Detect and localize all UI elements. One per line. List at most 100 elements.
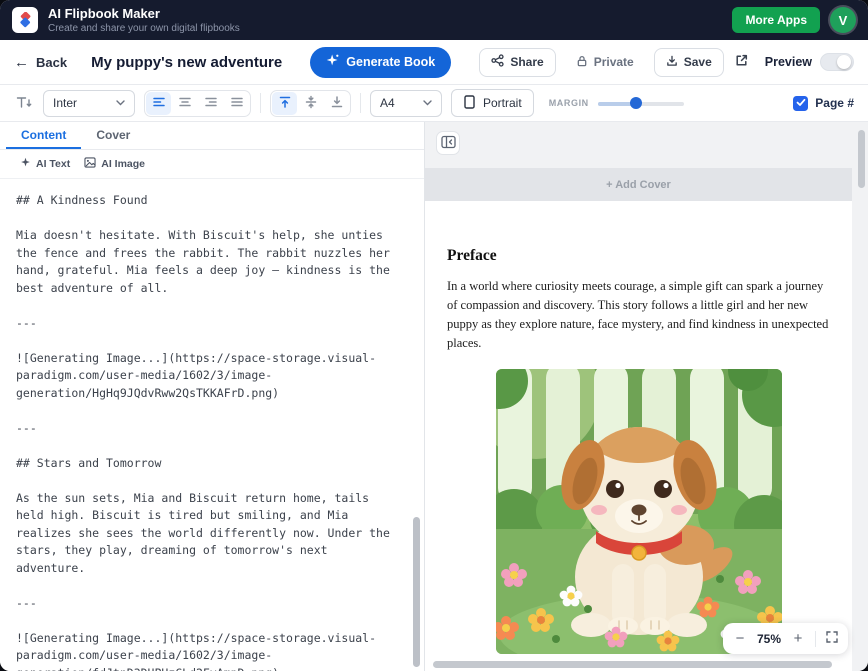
- zoom-in-button[interactable]: +: [790, 631, 806, 646]
- align-justify-button[interactable]: [224, 92, 249, 115]
- page-number-label: Page #: [815, 96, 854, 110]
- save-icon: [666, 55, 678, 70]
- save-label: Save: [684, 55, 712, 69]
- editor-scrollbar[interactable]: [413, 517, 420, 667]
- document-toolbar: ← Back My puppy's new adventure Generate…: [0, 40, 868, 85]
- back-arrow-icon: ←: [14, 55, 29, 70]
- horizontal-align-group: [144, 90, 251, 117]
- puppy-illustration: [496, 369, 782, 654]
- tab-cover[interactable]: Cover: [81, 122, 145, 149]
- slider-thumb[interactable]: [630, 97, 642, 109]
- align-right-button[interactable]: [198, 92, 223, 115]
- zoom-controls: − 75% +: [723, 623, 848, 654]
- valign-middle-button[interactable]: [298, 92, 323, 115]
- document-actions: Share Private Save Preview: [479, 48, 854, 77]
- open-external-button[interactable]: [732, 51, 751, 73]
- main-area: Content Cover AI Text AI Image: [0, 122, 868, 671]
- ai-image-button[interactable]: AI Image: [84, 157, 145, 171]
- chevron-down-icon: [423, 100, 432, 106]
- more-apps-button[interactable]: More Apps: [732, 7, 820, 33]
- sparkle-icon: [326, 54, 339, 70]
- valign-top-icon: [278, 95, 292, 112]
- margin-control: MARGIN: [549, 96, 684, 110]
- valign-top-button[interactable]: [272, 92, 297, 115]
- save-button[interactable]: Save: [654, 48, 724, 77]
- check-icon: [796, 94, 806, 112]
- zoom-out-button[interactable]: −: [732, 631, 748, 646]
- header-actions: More Apps V: [732, 7, 856, 33]
- generate-book-button[interactable]: Generate Book: [310, 47, 451, 78]
- align-center-button[interactable]: [172, 92, 197, 115]
- ai-text-label: AI Text: [36, 158, 70, 170]
- app-logo-icon: [12, 7, 38, 33]
- share-label: Share: [510, 55, 543, 69]
- margin-slider[interactable]: [598, 96, 684, 110]
- align-left-icon: [152, 95, 166, 112]
- back-label: Back: [36, 55, 67, 70]
- align-left-button[interactable]: [146, 92, 171, 115]
- collapse-panel-icon: [441, 135, 456, 152]
- markdown-editor[interactable]: ## A Kindness Found Mia doesn't hesitate…: [0, 179, 424, 671]
- page-heading: Preface: [447, 247, 830, 265]
- vertical-align-group: [270, 90, 351, 117]
- valign-middle-icon: [304, 95, 318, 112]
- preview-label: Preview: [765, 55, 812, 69]
- preview-page: Preface In a world where curiosity meets…: [425, 201, 852, 671]
- preview-horizontal-scrollbar[interactable]: [433, 661, 832, 668]
- ai-tools-row: AI Text AI Image: [0, 150, 424, 179]
- app-subtitle: Create and share your own digital flipbo…: [48, 23, 240, 34]
- orientation-button[interactable]: Portrait: [451, 89, 534, 117]
- avatar[interactable]: V: [830, 7, 856, 33]
- divider: [815, 631, 816, 647]
- preview-vertical-scrollbar[interactable]: [858, 130, 865, 188]
- share-icon: [491, 54, 504, 70]
- private-label: Private: [594, 55, 634, 69]
- paper-size-select[interactable]: A4: [370, 90, 442, 117]
- ai-text-button[interactable]: AI Text: [20, 157, 70, 171]
- page-body-text: In a world where curiosity meets courage…: [447, 277, 830, 353]
- ai-image-label: AI Image: [101, 158, 145, 170]
- font-select[interactable]: Inter: [43, 90, 135, 117]
- portrait-icon: [463, 95, 476, 112]
- tab-content[interactable]: Content: [6, 122, 81, 149]
- ai-sparkle-icon: [20, 157, 31, 171]
- image-icon: [84, 157, 96, 171]
- preview-toggle[interactable]: [820, 53, 854, 71]
- font-select-value: Inter: [53, 96, 77, 110]
- add-cover-button[interactable]: + Add Cover: [425, 168, 852, 201]
- app-window: AI Flipbook Maker Create and share your …: [0, 0, 868, 671]
- external-link-icon: [734, 53, 749, 71]
- generate-book-label: Generate Book: [346, 55, 435, 69]
- margin-label: MARGIN: [549, 98, 589, 108]
- app-title: AI Flipbook Maker: [48, 7, 240, 21]
- align-center-icon: [178, 95, 192, 112]
- page-number-checkbox[interactable]: [793, 96, 808, 111]
- fit-to-screen-icon: [825, 630, 839, 647]
- collapse-panel-button[interactable]: [436, 131, 460, 155]
- editor-tabs: Content Cover: [0, 122, 424, 150]
- markdown-content[interactable]: ## A Kindness Found Mia doesn't hesitate…: [16, 192, 398, 671]
- editor-panel: Content Cover AI Text AI Image: [0, 122, 425, 671]
- orientation-label: Portrait: [483, 96, 522, 110]
- fit-to-screen-button[interactable]: [825, 630, 839, 647]
- page-number-control: Page #: [793, 96, 854, 111]
- zoom-level: 75%: [757, 632, 781, 646]
- align-right-icon: [204, 95, 218, 112]
- back-button[interactable]: ← Back: [14, 55, 67, 70]
- divider: [360, 93, 361, 113]
- toggle-knob: [837, 55, 851, 69]
- private-button[interactable]: Private: [564, 48, 646, 77]
- lock-icon: [576, 55, 588, 70]
- divider: [260, 93, 261, 113]
- valign-bottom-button[interactable]: [324, 92, 349, 115]
- app-header: AI Flipbook Maker Create and share your …: [0, 0, 868, 40]
- text-size-button[interactable]: [14, 93, 34, 114]
- text-size-icon: [16, 95, 32, 112]
- preview-panel: + Add Cover Preface In a world where cur…: [425, 122, 868, 671]
- format-toolbar: Inter: [0, 85, 868, 122]
- align-justify-icon: [230, 95, 244, 112]
- chevron-down-icon: [116, 100, 125, 106]
- valign-bottom-icon: [330, 95, 344, 112]
- share-button[interactable]: Share: [479, 48, 555, 77]
- app-title-block: AI Flipbook Maker Create and share your …: [48, 7, 240, 34]
